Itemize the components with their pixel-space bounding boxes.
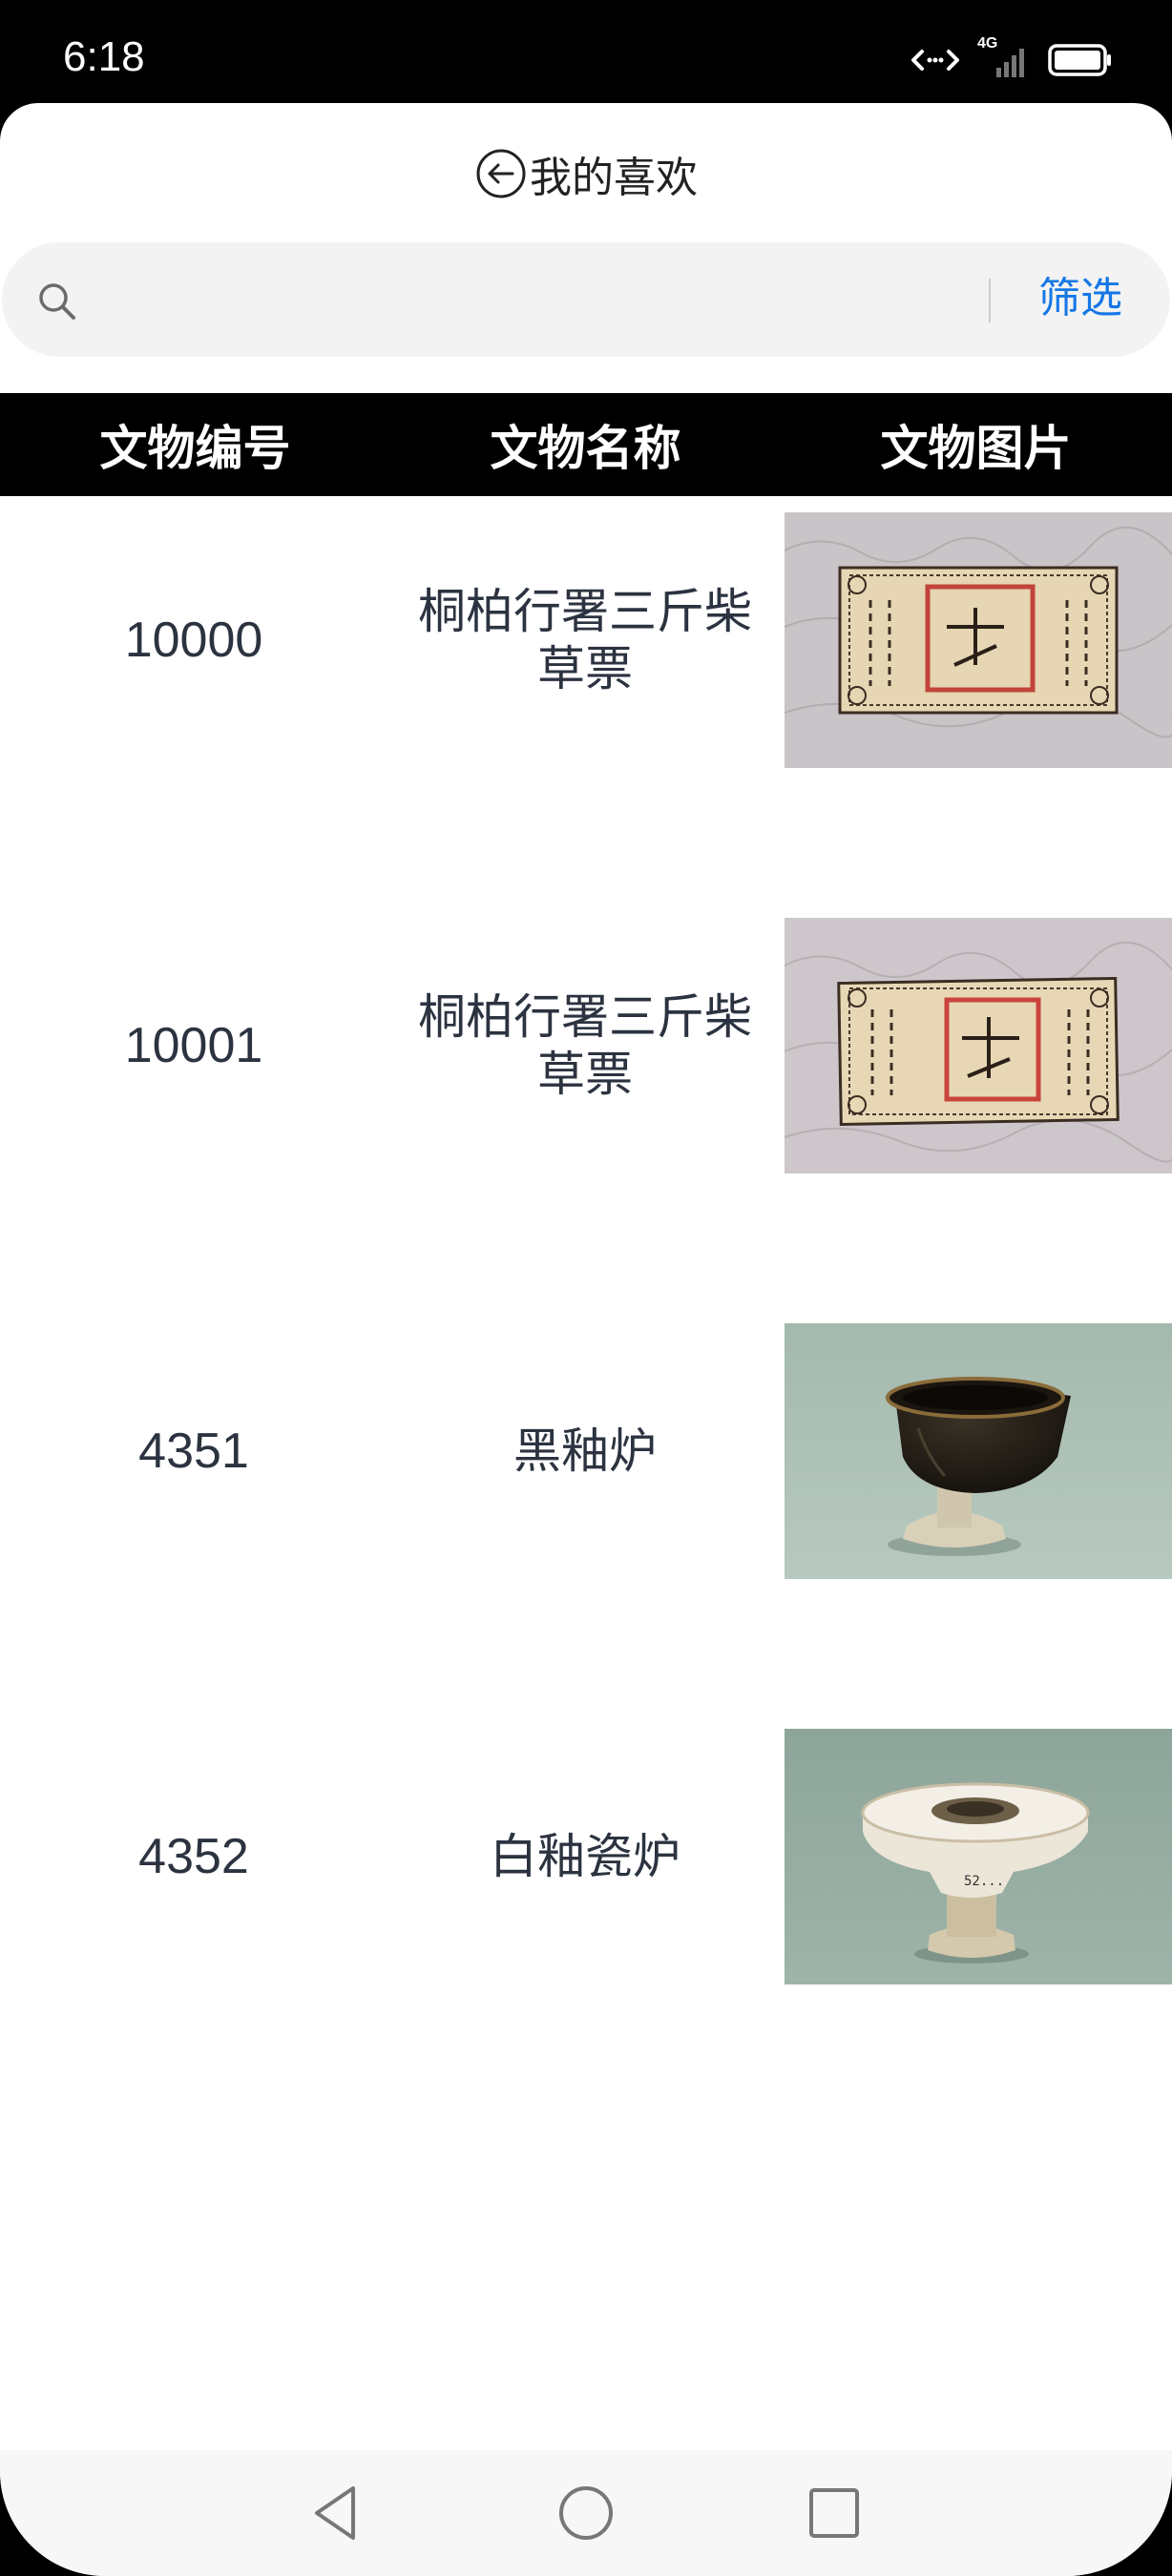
table-row[interactable]: 10000 桐柏行署三斤柴草票 (0, 496, 1172, 902)
artifact-image[interactable] (785, 512, 1172, 768)
white-glaze-censer-photo: 52... (785, 1729, 1172, 1984)
column-header-id: 文物编号 (99, 421, 291, 476)
search-bar: 筛选 (2, 242, 1170, 357)
paper-ticket-photo (785, 918, 1172, 1174)
artifact-image[interactable] (785, 1323, 1172, 1579)
paper-ticket-photo (785, 512, 1172, 768)
table-row[interactable]: 4352 白釉瓷炉 52... (0, 1713, 1172, 2118)
page-header: 我的喜欢 (0, 103, 1172, 244)
app-screen: 我的喜欢 筛选 文物编号 文物名称 文物图片 10000 桐柏行署三斤柴草票 1… (0, 103, 1172, 2576)
artifact-id: 4352 (138, 1829, 249, 1884)
page-title: 我的喜欢 (530, 154, 698, 202)
artifact-id: 10000 (124, 613, 263, 668)
search-input[interactable] (97, 261, 960, 340)
artifact-id: 4351 (138, 1423, 249, 1479)
signal-icon: 4G (977, 35, 1031, 79)
artifact-name: 黑釉炉 (513, 1423, 657, 1479)
svg-text:52...: 52... (964, 1874, 1004, 1889)
search-icon (39, 283, 75, 320)
status-icons: 4G (910, 35, 1113, 84)
artifact-name: 白釉瓷炉 (490, 1829, 680, 1884)
column-header-image: 文物图片 (880, 421, 1072, 476)
artifact-name: 桐柏行署三斤柴草票 (418, 584, 752, 696)
system-nav-bar (0, 2450, 1172, 2576)
artifact-name: 桐柏行署三斤柴草票 (418, 989, 752, 1102)
back-button[interactable] (474, 147, 528, 200)
header-title-group: 我的喜欢 (474, 143, 698, 204)
table-row[interactable]: 4351 黑釉炉 (0, 1307, 1172, 1713)
artifact-image[interactable]: 52... (785, 1729, 1172, 1984)
table-row[interactable]: 10001 桐柏行署三斤柴草票 (0, 902, 1172, 1307)
artifact-image[interactable] (785, 918, 1172, 1174)
data-transfer-icon (911, 50, 959, 71)
battery-icon (1048, 44, 1111, 76)
home-circle-icon[interactable] (550, 2477, 622, 2549)
column-header-name: 文物名称 (490, 421, 681, 476)
artifact-id: 10001 (124, 1018, 263, 1073)
back-arrow-circle-icon (476, 149, 526, 198)
black-glaze-censer-photo (785, 1323, 1172, 1579)
back-triangle-icon[interactable] (300, 2477, 372, 2549)
table-header: 文物编号 文物名称 文物图片 (0, 393, 1172, 496)
recents-square-icon[interactable] (798, 2477, 870, 2549)
filter-button[interactable]: 筛选 (1014, 265, 1147, 332)
search-divider (989, 279, 991, 322)
table-body: 10000 桐柏行署三斤柴草票 10001 桐柏行署三斤柴草票 4351 黑釉炉… (0, 496, 1172, 2118)
status-time: 6:18 (63, 33, 145, 80)
status-bar: 6:18 4G (0, 0, 1172, 103)
